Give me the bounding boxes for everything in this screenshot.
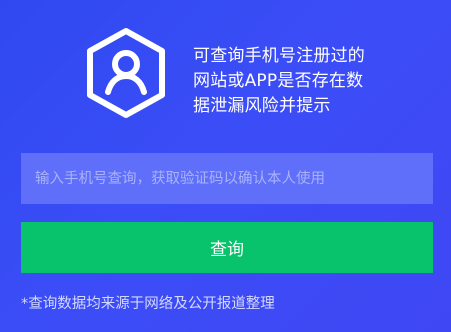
phone-number-input[interactable] bbox=[21, 153, 433, 204]
description-line: 网站或APP是否存在数 bbox=[193, 71, 364, 91]
user-hexagon-icon bbox=[84, 26, 168, 120]
data-source-note: *查询数据均来源于网络及公开报道整理 bbox=[21, 296, 275, 312]
description-line: 可查询手机号注册过的 bbox=[193, 46, 365, 66]
query-button[interactable]: 查询 bbox=[21, 222, 433, 273]
hero-section: 可查询手机号注册过的 网站或APP是否存在数 据泄漏风险并提示 bbox=[0, 0, 451, 140]
service-description: 可查询手机号注册过的 网站或APP是否存在数 据泄漏风险并提示 bbox=[193, 44, 393, 119]
description-line: 据泄漏风险并提示 bbox=[193, 96, 331, 116]
